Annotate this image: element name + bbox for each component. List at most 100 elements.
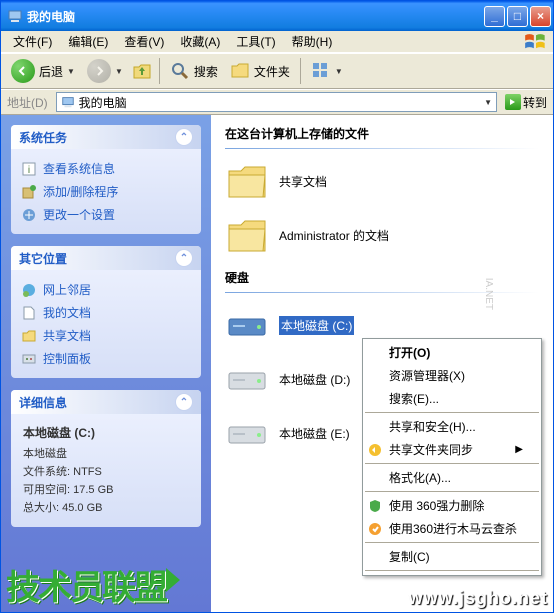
separator bbox=[365, 463, 539, 464]
item-shared-documents[interactable]: 共享文档 bbox=[225, 161, 539, 201]
panel-header[interactable]: 其它位置 ⌃ bbox=[11, 246, 201, 270]
task-label: 更改一个设置 bbox=[43, 206, 115, 223]
separator bbox=[365, 412, 539, 413]
item-admin-documents[interactable]: Administrator 的文档 bbox=[225, 215, 539, 255]
shield-icon bbox=[367, 498, 383, 514]
folder-icon bbox=[225, 215, 269, 255]
toolbar: 后退 ▼ ▼ 搜索 文件夹 ▼ bbox=[1, 53, 553, 89]
item-label: Administrator 的文档 bbox=[279, 227, 389, 244]
separator bbox=[300, 58, 301, 84]
ctx-open[interactable]: 打开(O) bbox=[363, 341, 541, 364]
sidebar: 系统任务 ⌃ i 查看系统信息 添加/删除程序 更改一个设置 bbox=[1, 115, 211, 612]
up-folder-button[interactable] bbox=[131, 60, 153, 82]
go-button[interactable]: 转到 bbox=[501, 94, 551, 111]
close-button[interactable]: × bbox=[530, 6, 551, 27]
collapse-icon[interactable]: ⌃ bbox=[175, 393, 193, 411]
link-label: 我的文档 bbox=[43, 304, 91, 321]
faint-watermark: IA.NET bbox=[483, 278, 494, 310]
dropdown-arrow-icon[interactable]: ▼ bbox=[484, 98, 492, 107]
panel-header[interactable]: 详细信息 ⌃ bbox=[11, 390, 201, 414]
menu-tools[interactable]: 工具(T) bbox=[228, 31, 283, 52]
collapse-icon[interactable]: ⌃ bbox=[175, 128, 193, 146]
menu-view[interactable]: 查看(V) bbox=[116, 31, 172, 52]
ctx-explorer[interactable]: 资源管理器(X) bbox=[363, 364, 541, 387]
back-button[interactable]: 后退 ▼ bbox=[7, 57, 79, 85]
network-icon bbox=[21, 282, 37, 298]
task-label: 查看系统信息 bbox=[43, 160, 115, 177]
task-change-setting[interactable]: 更改一个设置 bbox=[21, 203, 191, 226]
folders-button[interactable]: 文件夹 bbox=[226, 59, 294, 83]
menu-help[interactable]: 帮助(H) bbox=[284, 31, 341, 52]
my-computer-icon bbox=[7, 8, 23, 24]
folder-icon bbox=[225, 161, 269, 201]
views-button[interactable]: ▼ bbox=[307, 59, 347, 83]
watermark-url: www.jsgho.net bbox=[409, 588, 548, 609]
system-tasks-panel: 系统任务 ⌃ i 查看系统信息 添加/删除程序 更改一个设置 bbox=[11, 125, 201, 234]
separator bbox=[365, 491, 539, 492]
svg-text:i: i bbox=[28, 165, 30, 176]
titlebar: 我的电脑 _ □ × bbox=[1, 1, 553, 31]
item-label: 共享文档 bbox=[279, 173, 327, 190]
task-label: 添加/删除程序 bbox=[43, 183, 118, 200]
separator bbox=[365, 570, 539, 571]
ctx-360-scan[interactable]: 使用360进行木马云查杀 bbox=[363, 517, 541, 540]
menu-edit[interactable]: 编辑(E) bbox=[60, 31, 116, 52]
ctx-search[interactable]: 搜索(E)... bbox=[363, 387, 541, 410]
disk-icon bbox=[225, 305, 269, 345]
ctx-360-delete[interactable]: 使用 360强力删除 bbox=[363, 494, 541, 517]
ctx-sync[interactable]: 共享文件夹同步 ▶ bbox=[363, 438, 541, 461]
search-label: 搜索 bbox=[194, 63, 218, 80]
collapse-icon[interactable]: ⌃ bbox=[175, 249, 193, 267]
add-remove-icon bbox=[21, 184, 37, 200]
link-label: 网上邻居 bbox=[43, 281, 91, 298]
separator bbox=[365, 542, 539, 543]
search-icon bbox=[170, 61, 190, 81]
panel-header[interactable]: 系统任务 ⌃ bbox=[11, 125, 201, 149]
item-label: 本地磁盘 (E:) bbox=[279, 425, 350, 442]
search-button[interactable]: 搜索 bbox=[166, 59, 222, 83]
panel-title: 系统任务 bbox=[19, 129, 67, 146]
ctx-label: 使用360进行木马云查杀 bbox=[389, 520, 517, 537]
section-files-header: 在这台计算机上存储的文件 bbox=[225, 125, 539, 142]
ctx-sharing[interactable]: 共享和安全(H)... bbox=[363, 415, 541, 438]
dropdown-arrow-icon: ▼ bbox=[335, 67, 343, 76]
go-icon bbox=[505, 94, 521, 110]
item-label: 本地磁盘 (D:) bbox=[279, 371, 350, 388]
ctx-format[interactable]: 格式化(A)... bbox=[363, 466, 541, 489]
minimize-button[interactable]: _ bbox=[484, 6, 505, 27]
task-add-remove-programs[interactable]: 添加/删除程序 bbox=[21, 180, 191, 203]
menu-file[interactable]: 文件(F) bbox=[5, 31, 60, 52]
addressbar: 地址(D) 我的电脑 ▼ 转到 bbox=[1, 89, 553, 115]
sync-icon bbox=[367, 442, 383, 458]
link-shared-documents[interactable]: 共享文档 bbox=[21, 324, 191, 347]
link-my-documents[interactable]: 我的文档 bbox=[21, 301, 191, 324]
link-network-places[interactable]: 网上邻居 bbox=[21, 278, 191, 301]
panel-title: 详细信息 bbox=[19, 394, 67, 411]
separator bbox=[159, 58, 160, 84]
back-icon bbox=[11, 59, 35, 83]
folders-icon bbox=[230, 61, 250, 81]
dropdown-arrow-icon: ▼ bbox=[67, 67, 75, 76]
other-places-panel: 其它位置 ⌃ 网上邻居 我的文档 共享文档 bbox=[11, 246, 201, 378]
task-view-system-info[interactable]: i 查看系统信息 bbox=[21, 157, 191, 180]
watermark-logo: 技术员联盟 bbox=[6, 560, 166, 609]
context-menu: 打开(O) 资源管理器(X) 搜索(E)... 共享和安全(H)... 共享文件… bbox=[362, 338, 542, 576]
forward-icon bbox=[87, 59, 111, 83]
maximize-button[interactable]: □ bbox=[507, 6, 528, 27]
panel-title: 其它位置 bbox=[19, 250, 67, 267]
menubar: 文件(F) 编辑(E) 查看(V) 收藏(A) 工具(T) 帮助(H) bbox=[1, 31, 553, 53]
submenu-arrow-icon: ▶ bbox=[515, 444, 523, 455]
ctx-label: 使用 360强力删除 bbox=[389, 497, 484, 514]
ctx-copy[interactable]: 复制(C) bbox=[363, 545, 541, 568]
control-panel-icon bbox=[21, 351, 37, 367]
link-control-panel[interactable]: 控制面板 bbox=[21, 347, 191, 370]
menu-favorites[interactable]: 收藏(A) bbox=[172, 31, 228, 52]
details-drive-type: 本地磁盘 bbox=[23, 445, 189, 461]
details-free-space: 可用空间: 17.5 GB bbox=[23, 481, 189, 497]
documents-icon bbox=[21, 305, 37, 321]
forward-button[interactable]: ▼ bbox=[83, 57, 127, 85]
folders-label: 文件夹 bbox=[254, 63, 290, 80]
details-drive-name: 本地磁盘 (C:) bbox=[23, 424, 189, 441]
link-label: 共享文档 bbox=[43, 327, 91, 344]
address-input[interactable]: 我的电脑 ▼ bbox=[56, 92, 497, 112]
